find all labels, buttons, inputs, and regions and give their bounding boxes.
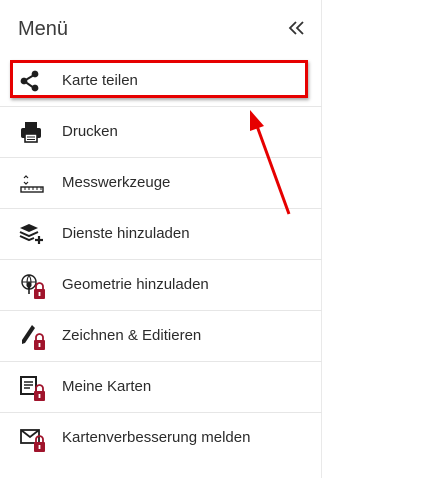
menu-item-label: Kartenverbesserung melden — [62, 429, 251, 446]
menu-item-label: Dienste hinzuladen — [62, 225, 190, 242]
lock-icon — [34, 384, 45, 401]
menu-header: Menü — [0, 0, 322, 58]
pencil-icon — [18, 323, 48, 351]
menu-item-geometrie-hinzuladen[interactable]: Geometrie hinzuladen — [0, 260, 322, 311]
double-chevron-left-icon — [288, 21, 304, 35]
menu-item-zeichnen-editieren[interactable]: Zeichnen & Editieren — [0, 311, 322, 362]
menu-item-dienste-hinzuladen[interactable]: Dienste hinzuladen — [0, 209, 322, 260]
menu-item-label: Messwerkzeuge — [62, 174, 171, 191]
lock-icon — [34, 282, 45, 299]
mail-icon — [18, 425, 48, 453]
menu-item-label: Zeichnen & Editieren — [62, 327, 202, 344]
my-maps-icon — [18, 374, 48, 402]
menu-item-label: Meine Karten — [62, 378, 152, 395]
menu-item-drucken[interactable]: Drucken — [0, 107, 322, 158]
lock-icon — [34, 333, 45, 350]
printer-icon — [18, 119, 48, 147]
menu-item-messwerkzeuge[interactable]: Messwerkzeuge — [0, 158, 322, 209]
menu-items: Karte teilen Drucken Messwerkzeuge Diens… — [0, 56, 322, 463]
menu-item-meine-karten[interactable]: Meine Karten — [0, 362, 322, 413]
menu-item-kartenverbesserung-melden[interactable]: Kartenverbesserung melden — [0, 413, 322, 463]
share-icon — [18, 68, 48, 96]
collapse-menu-button[interactable] — [286, 16, 308, 40]
menu-item-karte-teilen[interactable]: Karte teilen — [0, 56, 322, 107]
menu-panel: Menü Karte teilen Drucken Messwerkzeuge … — [0, 0, 322, 478]
layers-add-icon — [18, 221, 48, 249]
ruler-icon — [18, 170, 48, 198]
menu-item-label: Drucken — [62, 123, 118, 140]
menu-item-label: Karte teilen — [62, 72, 138, 89]
menu-title: Menü — [18, 18, 69, 40]
menu-item-label: Geometrie hinzuladen — [62, 276, 209, 293]
geometry-icon — [18, 272, 48, 300]
